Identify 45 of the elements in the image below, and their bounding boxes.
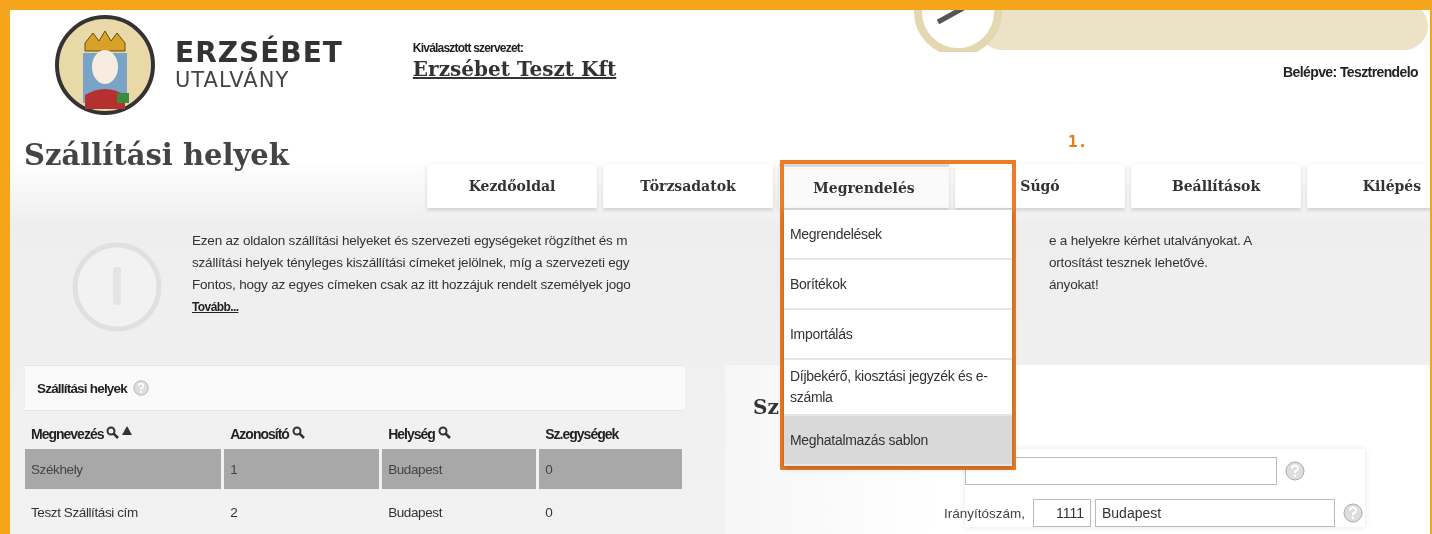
table-cell[interactable]: 0 bbox=[539, 492, 682, 532]
table-cell[interactable]: 0 bbox=[539, 449, 682, 489]
info-text: e a helyekre kérhet utalványokat. A bbox=[1049, 232, 1253, 250]
table-cell[interactable]: Teszt Szállítási cím bbox=[25, 492, 222, 532]
menu-item[interactable]: Meghatalmazás sablon bbox=[784, 416, 1012, 466]
column-header[interactable]: Sz.egységek bbox=[545, 426, 619, 442]
nav-tab[interactable]: Kezdőoldal bbox=[427, 164, 597, 208]
more-link[interactable]: Tovább... bbox=[192, 300, 239, 314]
nav-tab[interactable]: Beállítások bbox=[1131, 164, 1301, 208]
menu-item[interactable]: Borítékok bbox=[784, 260, 1012, 310]
table-cell[interactable]: Budapest bbox=[382, 492, 537, 532]
menu-item[interactable]: Importálás bbox=[784, 310, 1012, 360]
search-icon[interactable] bbox=[291, 426, 305, 439]
nav-tab[interactable]: Kilépés bbox=[1307, 164, 1430, 208]
info-text: szállítási helyek tényleges kiszállítási címeket jelölnek, míg a szervezeti egy bbox=[192, 254, 631, 272]
nav-tab[interactable]: Súgó bbox=[955, 164, 1125, 208]
info-text: ortosítást tesznek lehetővé. bbox=[1049, 254, 1208, 272]
name-input[interactable] bbox=[965, 457, 1277, 485]
info-text: ányokat! bbox=[1049, 276, 1099, 294]
search-icon[interactable] bbox=[437, 426, 451, 439]
info-text: Ezen az oldalon szállítási helyeket és szervezeti egységeket rögzíthet és m bbox=[192, 232, 629, 250]
nav-tab[interactable]: Megrendelés bbox=[779, 164, 949, 208]
organization-link[interactable]: Erzsébet Teszt Kft bbox=[412, 57, 617, 81]
column-header[interactable]: Megnevezés bbox=[31, 426, 104, 442]
logo-subtitle: UTALVÁNY bbox=[175, 68, 291, 92]
column-header[interactable]: Azonosító bbox=[230, 426, 289, 442]
nav-tab[interactable]: Törzsadatok bbox=[603, 164, 773, 208]
page-title: Szállítási helyek bbox=[24, 138, 291, 172]
search-icon[interactable] bbox=[106, 426, 120, 439]
logged-in-user: Belépve: Tesztrendelo bbox=[1283, 64, 1418, 80]
table-cell[interactable]: Budapest bbox=[382, 449, 537, 489]
form-heading: Sz bbox=[753, 395, 779, 419]
annotation-number: 1. bbox=[1068, 132, 1088, 151]
sort-ascending-icon[interactable] bbox=[122, 426, 133, 435]
table-cell[interactable]: Székhely bbox=[25, 449, 222, 489]
info-text: Fontos, hogy az egyes címeken csak az itt hozzájuk rendelt személyek jogo bbox=[192, 276, 632, 294]
city-input[interactable]: Budapest bbox=[1095, 499, 1335, 527]
organization-label: Kiválasztott szervezet: bbox=[412, 41, 525, 55]
field-label: Irányítószám, bbox=[942, 505, 1025, 521]
menu-item[interactable]: Megrendelések bbox=[784, 210, 1012, 260]
table-cell[interactable]: 1 bbox=[224, 449, 380, 489]
zip-input[interactable]: 1111 bbox=[1033, 499, 1091, 527]
table-cell[interactable]: 2 bbox=[224, 492, 380, 532]
table-title: Szállítási helyek bbox=[37, 380, 127, 396]
column-header[interactable]: Helység bbox=[388, 426, 435, 442]
